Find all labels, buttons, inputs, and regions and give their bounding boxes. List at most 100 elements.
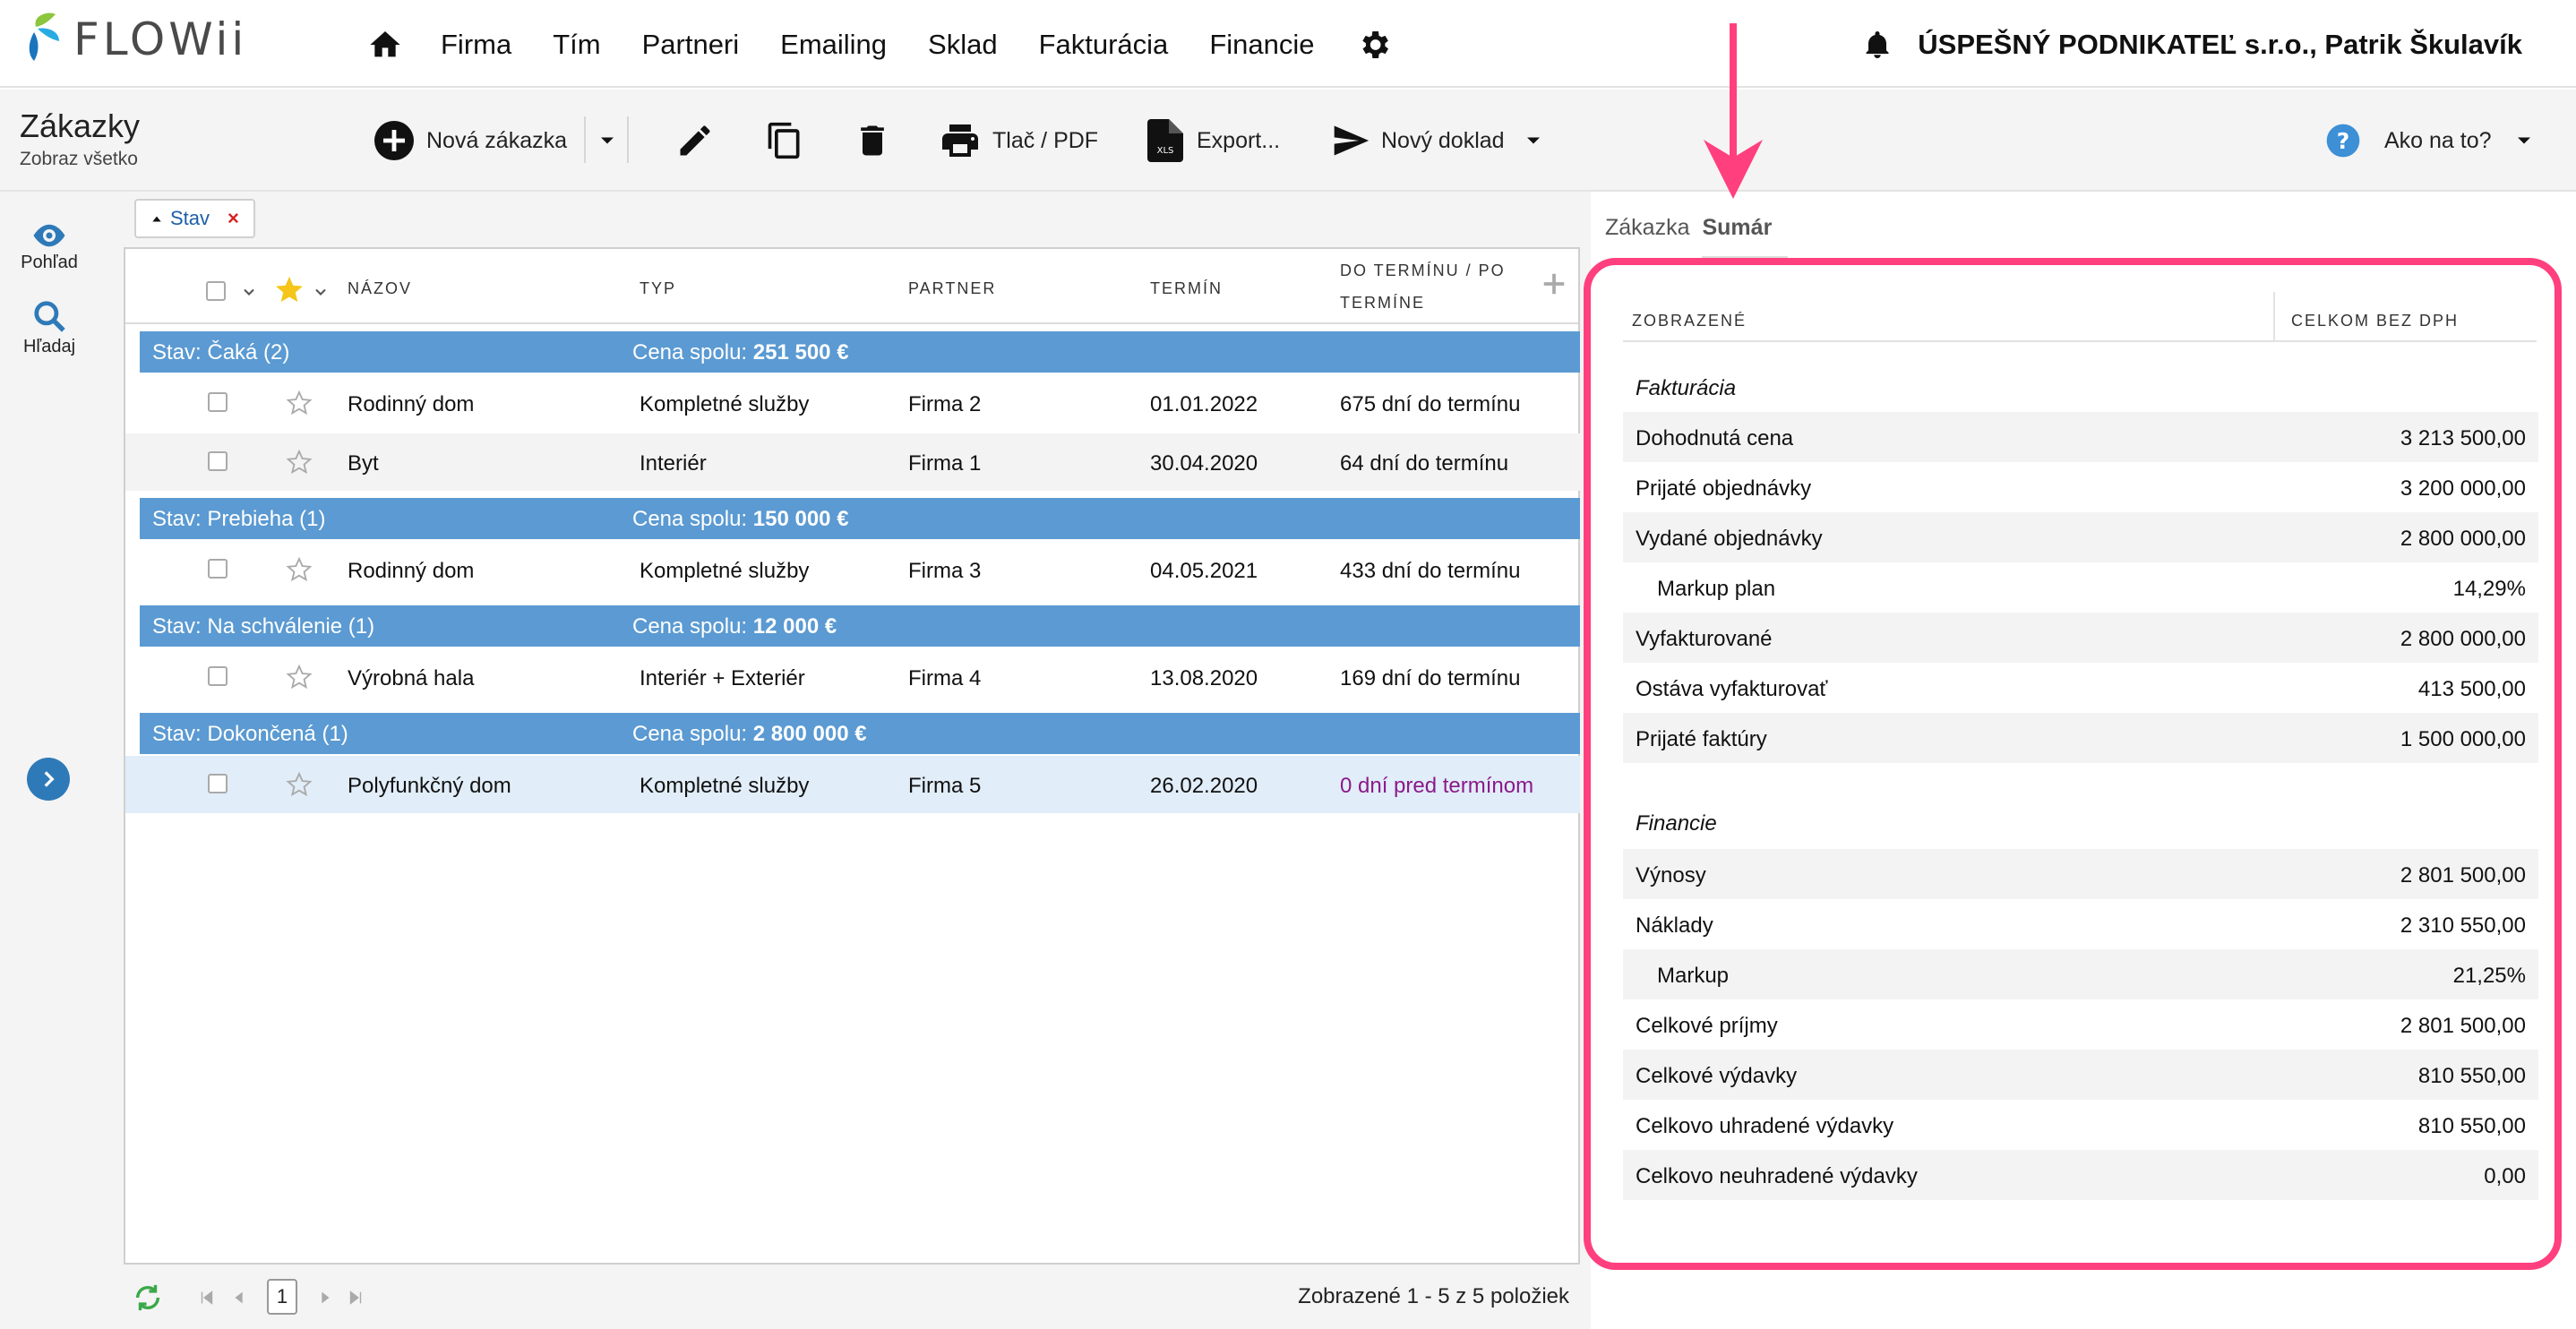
nav-item-firma[interactable]: Firma (441, 23, 511, 66)
select-all-checkbox[interactable] (206, 281, 226, 301)
group-row-caka[interactable]: Stav: Čaká (2) Cena spolu: 251 500 € (140, 331, 1580, 373)
group-row-na-schvalenie[interactable]: Stav: Na schválenie (1) Cena spolu: 12 0… (140, 605, 1580, 647)
view-label: Pohľad (21, 253, 78, 272)
toolbar-divider (627, 116, 629, 163)
caret-down-icon (601, 137, 614, 144)
grid-header: NÁZOV TYP PARTNER TERMÍN DO TERMÍNU / PO… (125, 249, 1578, 324)
nav-item-partneri[interactable]: Partneri (642, 23, 740, 66)
remove-filter-button[interactable]: × (228, 207, 239, 230)
flowii-logo[interactable]: FLOWii (20, 11, 247, 68)
column-header-partner[interactable]: PARTNER (908, 279, 996, 298)
nav-item-financie[interactable]: Financie (1209, 23, 1314, 66)
delete-button[interactable] (853, 115, 892, 167)
cell-due: 675 dní do termínu (1340, 392, 1521, 416)
help-button[interactable]: ? Ako na to? (2325, 115, 2537, 167)
cell-name: Rodinný dom (348, 559, 475, 583)
group-title: Stav: Čaká (2) (152, 340, 290, 364)
export-label: Export... (1197, 127, 1281, 153)
star-outline-icon[interactable] (285, 389, 313, 417)
bell-icon[interactable] (1864, 30, 1891, 60)
print-button[interactable]: Tlač / PDF (939, 115, 1098, 167)
copy-button[interactable] (765, 115, 804, 167)
toolbar-divider (584, 116, 586, 163)
first-page-icon[interactable] (197, 1288, 217, 1308)
group-sum: Cena spolu: 251 500 € (632, 340, 849, 364)
row-checkbox[interactable] (208, 774, 228, 793)
new-order-button[interactable]: Nová zákazka (373, 115, 567, 167)
star-outline-icon[interactable] (285, 555, 313, 584)
chevron-down-icon[interactable] (312, 283, 330, 301)
section-title-financie: Financie (1636, 811, 1717, 836)
star-filled-icon[interactable] (274, 274, 305, 304)
tab-zakazka[interactable]: Zákazka (1605, 215, 1689, 240)
help-label: Ako na to? (2384, 127, 2492, 153)
group-row-dokoncena[interactable]: Stav: Dokončená (1) Cena spolu: 2 800 00… (140, 713, 1580, 754)
new-document-button[interactable]: Nový doklad (1331, 115, 1546, 167)
group-sum: Cena spolu: 12 000 € (632, 614, 837, 639)
filter-chip-label: Stav (170, 207, 210, 229)
cell-type: Kompletné služby (640, 774, 810, 798)
filter-chip-stav[interactable]: Stav × (134, 199, 255, 238)
add-column-icon[interactable] (1541, 270, 1567, 297)
table-row[interactable]: Byt Interiér Firma 1 30.04.2020 64 dní d… (125, 433, 1580, 491)
left-rail: Pohľad Hľadaj (0, 192, 99, 1329)
view-button[interactable]: Pohľad (0, 222, 99, 273)
user-name: ÚSPEŠNÝ PODNIKATEĽ s.r.o., Patrik Škulav… (1918, 29, 2522, 60)
cell-name: Byt (348, 451, 379, 476)
summary-row: Celkovo uhradené výdavky 810 550,00 (1636, 1114, 2526, 1138)
refresh-icon[interactable] (133, 1282, 163, 1313)
next-page-icon[interactable] (315, 1288, 335, 1308)
caret-down-icon[interactable] (1521, 128, 1546, 153)
column-header-type[interactable]: TYP (640, 279, 676, 298)
new-order-label: Nová zákazka (426, 127, 568, 153)
table-row[interactable]: Rodinný dom Kompletné služby Firma 2 01.… (125, 374, 1580, 432)
page-subtitle[interactable]: Zobraz všetko (20, 149, 138, 170)
cell-name: Rodinný dom (348, 392, 475, 416)
column-header-term[interactable]: TERMÍN (1150, 279, 1223, 298)
gear-icon[interactable] (1356, 27, 1392, 63)
row-checkbox[interactable] (208, 559, 228, 579)
row-checkbox[interactable] (208, 666, 228, 686)
export-button[interactable]: XLS Export... (1146, 115, 1280, 167)
table-row[interactable]: Rodinný dom Kompletné služby Firma 3 04.… (125, 541, 1580, 598)
search-button[interactable]: Hľadaj (0, 299, 99, 357)
star-outline-icon[interactable] (285, 448, 313, 476)
chevron-right-icon (44, 771, 55, 787)
user-menu[interactable]: ÚSPEŠNÝ PODNIKATEĽ s.r.o., Patrik Škulav… (1864, 23, 2522, 66)
summary-row: Náklady 2 310 550,00 (1636, 913, 2526, 938)
star-outline-icon[interactable] (285, 663, 313, 691)
prev-page-icon[interactable] (229, 1288, 249, 1308)
expand-rail-button[interactable] (27, 758, 70, 801)
star-outline-icon[interactable] (285, 770, 313, 799)
summary-panel: ZOBRAZENÉ CELKOM BEZ DPH Fakturácia Doho… (1584, 258, 2562, 1270)
new-order-dropdown[interactable] (595, 115, 620, 167)
nav-item-emailing[interactable]: Emailing (780, 23, 887, 66)
group-row-prebieha[interactable]: Stav: Prebieha (1) Cena spolu: 150 000 € (140, 498, 1580, 539)
summary-row: Markup 21,25% (1623, 949, 2538, 999)
chevron-down-icon[interactable] (240, 283, 258, 301)
search-icon (34, 301, 65, 332)
tab-sumar[interactable]: Sumár (1702, 215, 1772, 240)
last-page-icon[interactable] (346, 1288, 365, 1308)
print-label: Tlač / PDF (992, 127, 1099, 153)
group-sum: Cena spolu: 150 000 € (632, 507, 849, 531)
sort-up-icon (152, 216, 161, 222)
main-nav: Firma Tím Partneri Emailing Sklad Faktur… (367, 23, 1392, 66)
cell-partner: Firma 5 (908, 774, 982, 798)
home-icon[interactable] (367, 27, 403, 63)
table-row-selected[interactable]: Polyfunkčný dom Kompletné služby Firma 5… (125, 756, 1580, 813)
summary-row: Výnosy 2 801 500,00 (1623, 849, 2538, 899)
row-checkbox[interactable] (208, 392, 228, 412)
edit-button[interactable] (675, 115, 715, 167)
page-number[interactable]: 1 (267, 1279, 297, 1315)
summary-row: Ostáva vyfakturovať 413 500,00 (1636, 677, 2526, 701)
nav-item-fakturacia[interactable]: Fakturácia (1039, 23, 1169, 66)
svg-text:?: ? (2337, 128, 2350, 154)
nav-item-tim[interactable]: Tím (553, 23, 600, 66)
column-header-name[interactable]: NÁZOV (348, 279, 412, 298)
column-header-due[interactable]: DO TERMÍNU / PO (1340, 262, 1506, 280)
table-row[interactable]: Výrobná hala Interiér + Exteriér Firma 4… (125, 648, 1580, 706)
nav-item-sklad[interactable]: Sklad (928, 23, 998, 66)
row-checkbox[interactable] (208, 451, 228, 471)
items-count: Zobrazené 1 - 5 z 5 položiek (1298, 1284, 1569, 1308)
